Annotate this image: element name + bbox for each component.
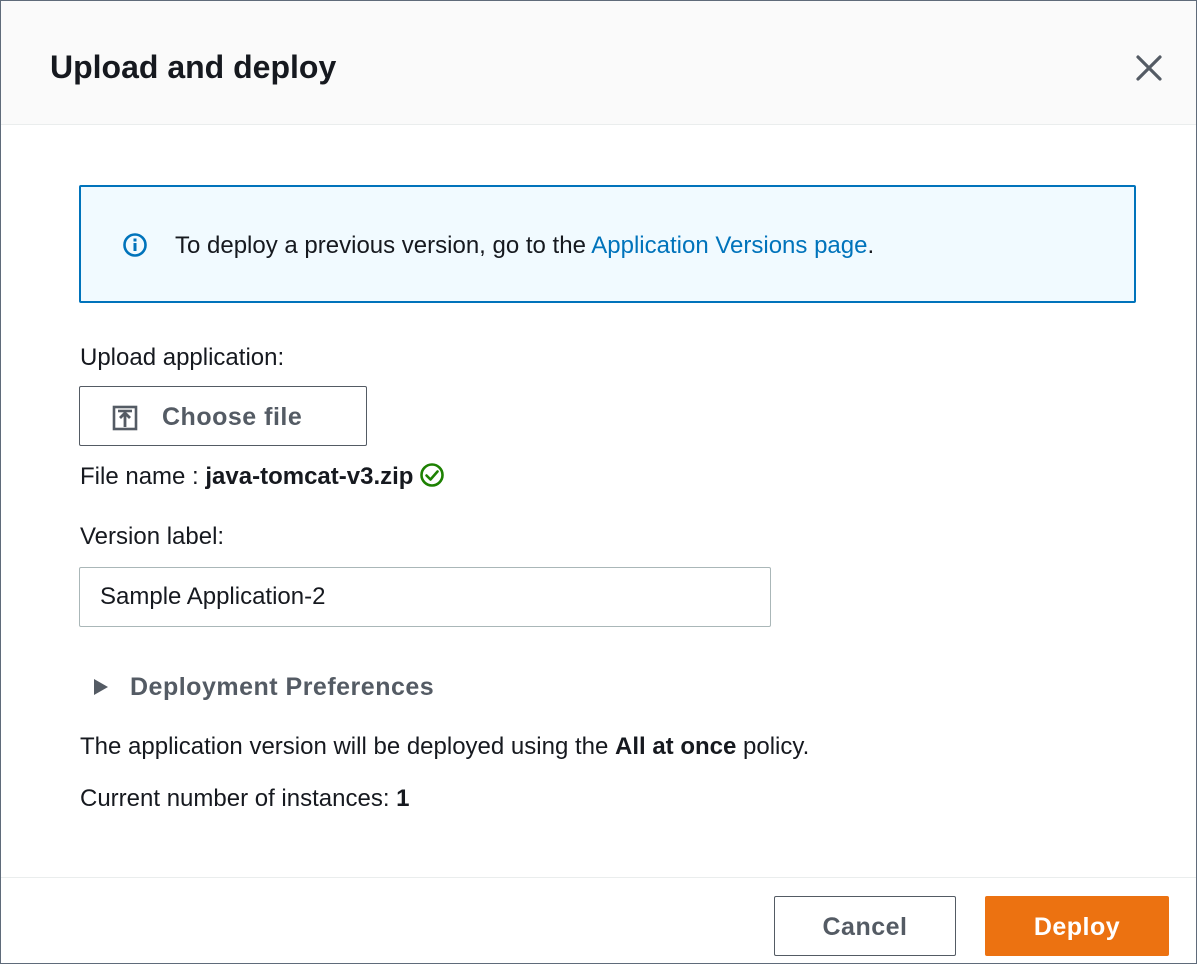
close-icon <box>1136 55 1162 81</box>
choose-file-label: Choose file <box>162 403 303 431</box>
info-icon <box>123 233 147 257</box>
info-text: To deploy a previous version, go to the … <box>175 232 874 260</box>
application-versions-link[interactable]: Application Versions page <box>591 232 867 259</box>
instances-count-text: Current number of instances: 1 <box>80 784 410 814</box>
instances-label: Current number of instances: <box>80 785 397 812</box>
upload-icon <box>112 405 138 431</box>
version-label-input[interactable] <box>79 567 771 627</box>
footer-divider <box>1 877 1196 878</box>
check-circle-icon <box>420 463 445 487</box>
policy-name: All at once <box>615 733 737 760</box>
upload-deploy-dialog: Upload and deploy To deploy a previous v… <box>0 0 1197 964</box>
file-name-value: java-tomcat-v3.zip <box>205 463 414 490</box>
version-label-label: Version label: <box>80 523 225 550</box>
deployment-policy-text: The application version will be deployed… <box>80 732 809 762</box>
deploy-button[interactable]: Deploy <box>985 896 1169 956</box>
close-button[interactable] <box>1129 48 1169 88</box>
dialog-header: Upload and deploy <box>1 1 1196 125</box>
choose-file-button[interactable]: Choose file <box>79 386 367 446</box>
info-text-prefix: To deploy a previous version, go to the <box>175 232 592 259</box>
info-alert: To deploy a previous version, go to the … <box>79 185 1136 303</box>
info-text-suffix: . <box>867 232 875 259</box>
upload-application-label: Upload application: <box>80 344 285 371</box>
file-name-label: File name : <box>80 463 206 490</box>
cancel-button[interactable]: Cancel <box>774 896 956 956</box>
deployment-preferences-label: Deployment Preferences <box>130 673 435 701</box>
policy-text-suffix: policy. <box>736 733 810 760</box>
file-name-row: File name : java-tomcat-v3.zip <box>80 462 445 492</box>
dialog-title: Upload and deploy <box>50 49 337 85</box>
instances-count: 1 <box>396 785 410 812</box>
caret-right-icon <box>94 679 108 695</box>
policy-text-prefix: The application version will be deployed… <box>80 733 615 760</box>
